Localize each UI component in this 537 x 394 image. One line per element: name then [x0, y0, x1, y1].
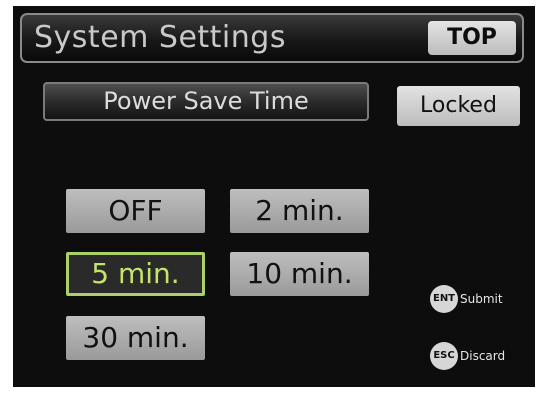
submit-label: Submit: [460, 292, 503, 306]
esc-key-icon: ESC: [430, 342, 458, 370]
submit-hint[interactable]: ENT Submit: [430, 285, 503, 313]
device-screen: System Settings TOP Power Save Time Lock…: [13, 6, 535, 387]
top-button[interactable]: TOP: [428, 21, 516, 55]
discard-label: Discard: [460, 349, 506, 363]
option-2-min-button[interactable]: 2 min.: [230, 189, 369, 233]
page-title: System Settings: [34, 20, 286, 55]
locked-status-badge: Locked: [397, 86, 520, 126]
section-title: Power Save Time: [43, 82, 369, 121]
option-30-min-button[interactable]: 30 min.: [66, 316, 205, 360]
option-off-button[interactable]: OFF: [66, 189, 205, 233]
ent-key-icon: ENT: [430, 285, 458, 313]
option-5-min-button[interactable]: 5 min.: [66, 252, 205, 296]
option-10-min-button[interactable]: 10 min.: [230, 252, 369, 296]
discard-hint[interactable]: ESC Discard: [430, 342, 505, 370]
header-bar: System Settings TOP: [20, 13, 524, 63]
